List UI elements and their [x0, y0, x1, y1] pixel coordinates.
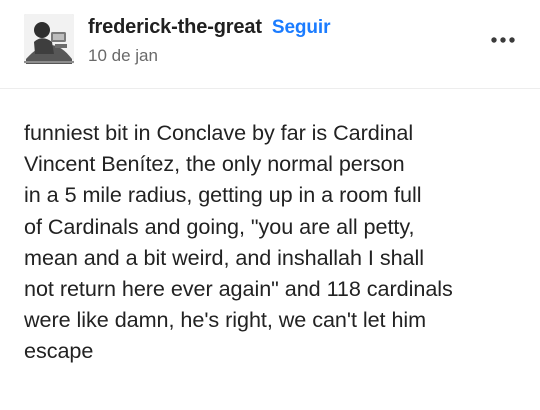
post-header: frederick-the-great Seguir 10 de jan — [24, 14, 516, 72]
post-body-line: funniest bit in Conclave by far is Cardi… — [24, 120, 414, 145]
post-body-line: escape — [24, 338, 94, 364]
post-body-line: not return here ever again" and 118 card… — [24, 276, 453, 302]
header-divider — [0, 88, 540, 89]
post-card: frederick-the-great Seguir 10 de jan fun… — [0, 0, 540, 410]
post-date[interactable]: 10 de jan — [88, 46, 448, 66]
follow-button[interactable]: Seguir — [272, 17, 331, 39]
author-avatar[interactable] — [24, 14, 74, 64]
post-body-line: were like damn, he's right, we can't let… — [24, 307, 427, 333]
post-body: funniest bit in Conclave by far is Cardi… — [24, 117, 524, 367]
post-body-line: mean and a bit weird, and inshallah I sh… — [24, 244, 424, 270]
author-row: frederick-the-great Seguir — [88, 16, 448, 39]
post-body-line: Vincent Benítez, the only normal person — [24, 151, 405, 177]
more-horizontal-icon — [490, 34, 516, 46]
post-meta: frederick-the-great Seguir 10 de jan — [88, 16, 448, 66]
post-body-line: in a 5 mile radius, getting up in a room… — [24, 182, 422, 208]
author-username[interactable]: frederick-the-great — [88, 16, 262, 39]
post-body-line: of Cardinals and going, "you are all pet… — [24, 213, 415, 239]
post-options-button[interactable] — [490, 34, 516, 46]
